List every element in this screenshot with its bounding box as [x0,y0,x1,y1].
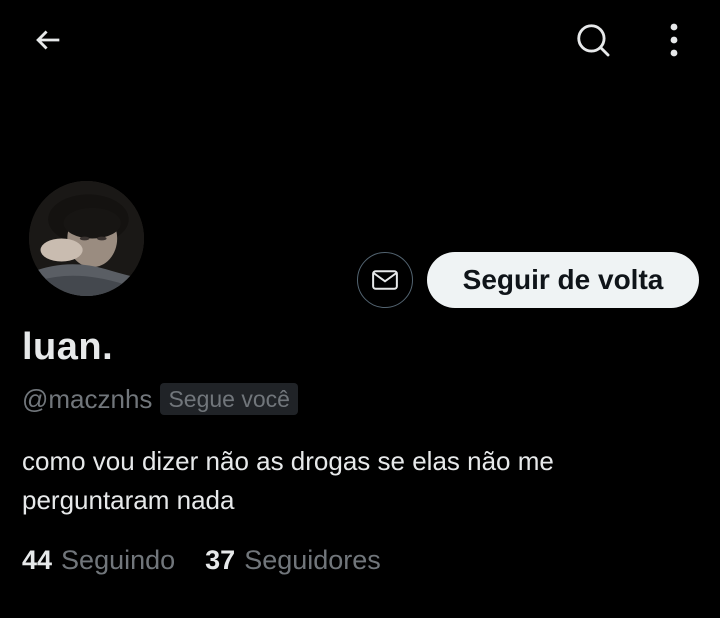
user-handle: @macznhs [22,383,153,414]
back-button[interactable] [22,16,74,64]
envelope-icon [372,270,398,290]
message-button[interactable] [357,252,413,308]
followers-link[interactable]: 37 Seguidores [205,545,381,576]
arrow-left-icon [36,30,60,50]
more-vertical-icon [670,23,678,57]
avatar[interactable] [26,178,147,299]
following-link[interactable]: 44 Seguindo [22,545,175,576]
search-button[interactable] [566,16,620,64]
follows-you-badge: Segue você [160,383,298,415]
following-label: Seguindo [61,544,176,575]
profile-bio: como vou dizer não as drogas se elas não… [22,446,554,515]
more-options-button[interactable] [652,16,696,64]
follow-stats: 44 Seguindo 37 Seguidores [22,540,381,580]
follow-back-button[interactable]: Seguir de volta [427,252,699,308]
followers-label: Seguidores [244,544,381,575]
search-icon [577,24,610,57]
handle-row: @macznhs Segue você [22,382,298,416]
followers-count: 37 [205,544,236,575]
display-name: luan. [22,326,114,368]
profile-photo [29,181,144,296]
following-count: 44 [22,544,53,575]
